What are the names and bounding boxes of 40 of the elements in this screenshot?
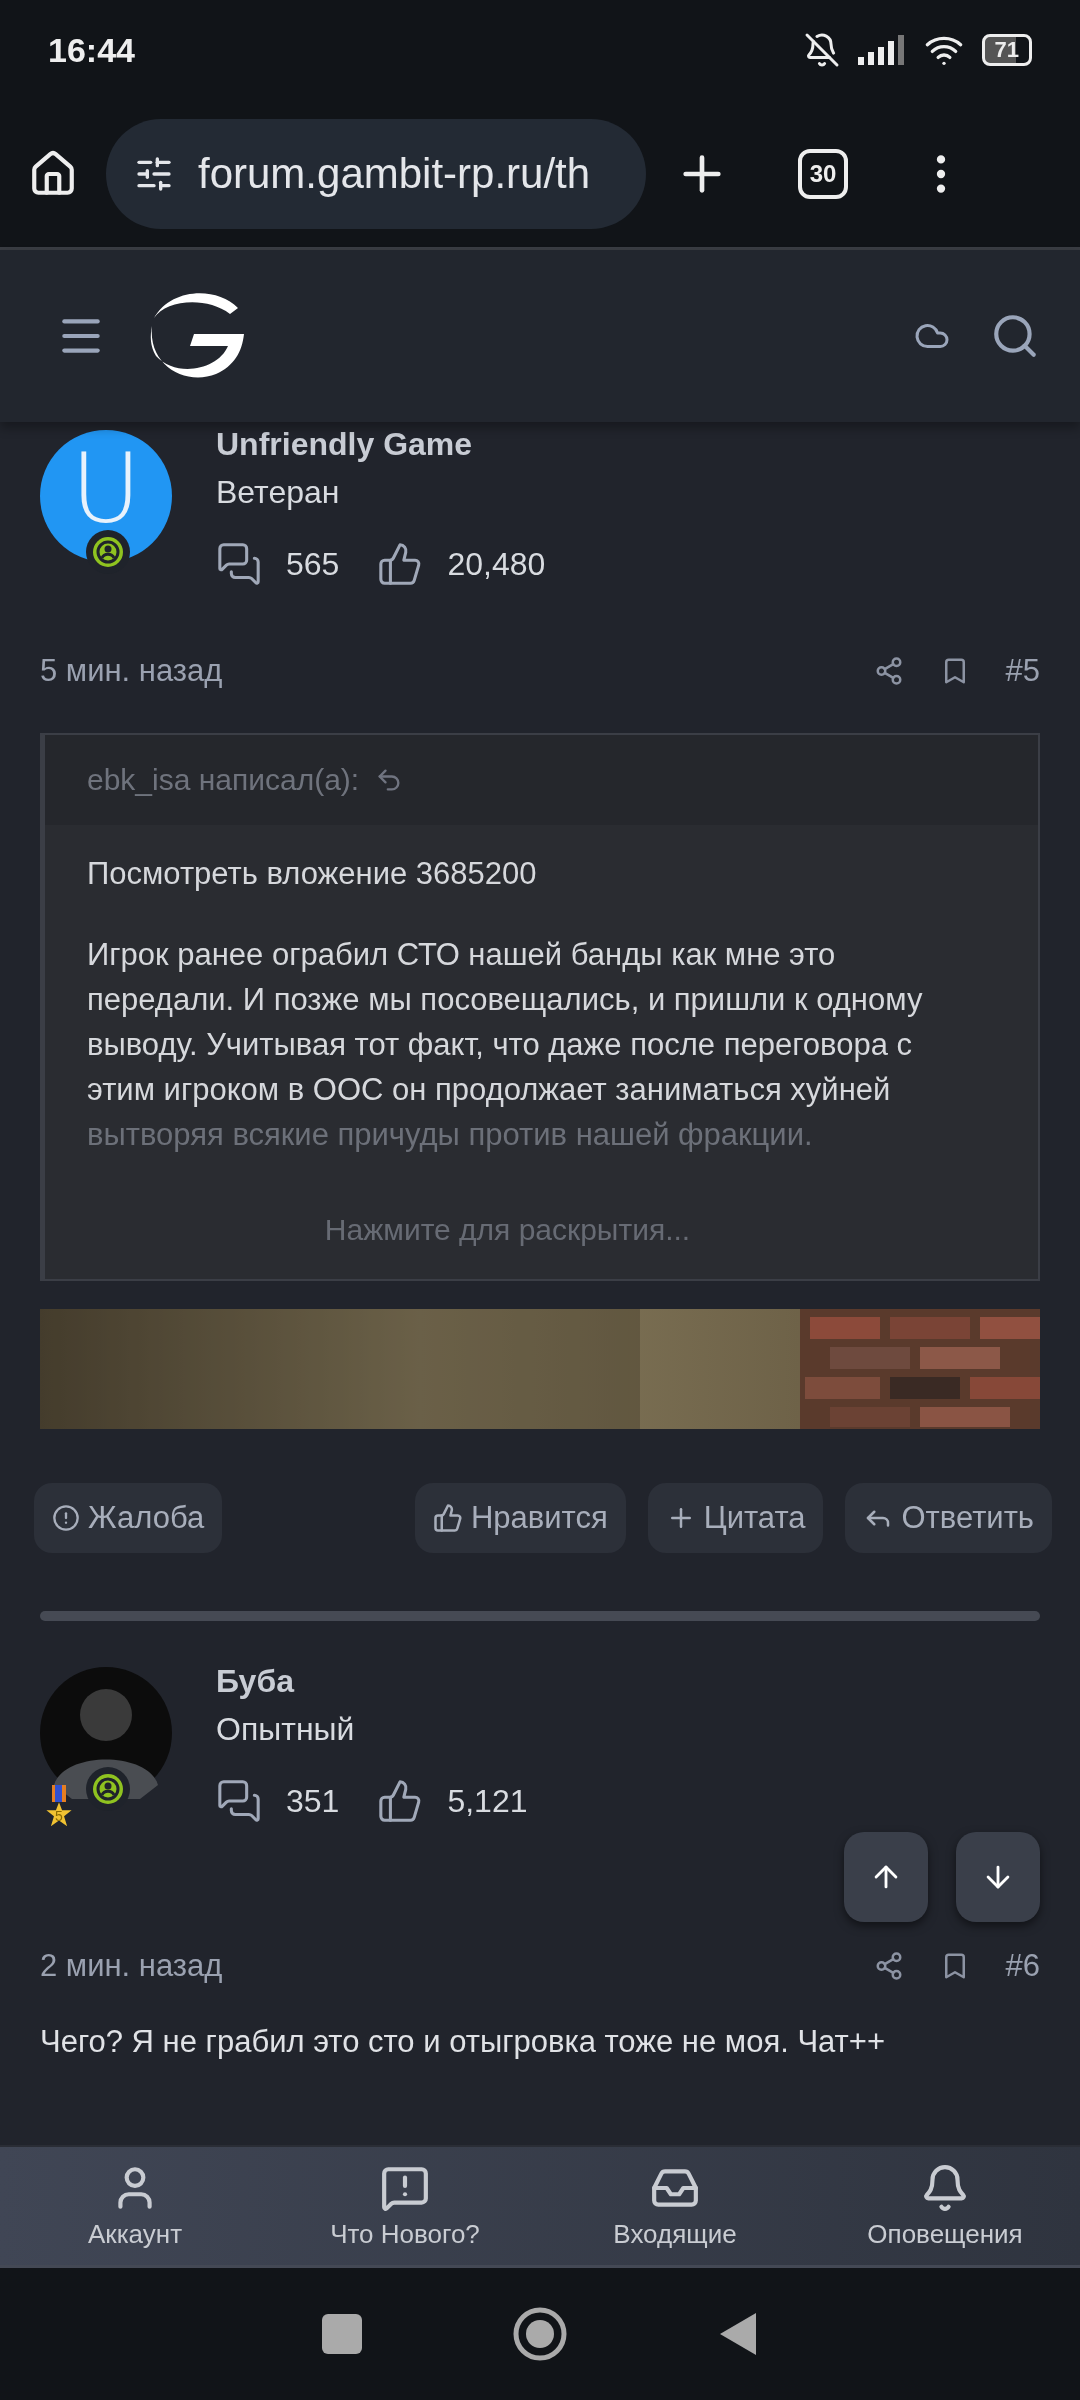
author-name[interactable]: Unfriendly Game (216, 424, 560, 464)
home-button-icon[interactable] (512, 2306, 568, 2362)
scroll-down-button[interactable] (956, 1832, 1040, 1922)
like-count: 5,121 (447, 1782, 528, 1820)
messages-icon (216, 1778, 262, 1824)
quote-text: Игрок ранее ограбил СТО нашей банды как мне это передали. И позже мы посовещались, и пришли к одному выводу. Учитывая тот факт, что даже после переговора с этим игроком в ООС он продолжает заниматься хуйней (87, 936, 924, 1109)
battery-icon: 71 (981, 34, 1032, 66)
reply-button[interactable]: Ответить (845, 1483, 1052, 1553)
user-rank: Ветеран (216, 474, 341, 511)
nav-tab[interactable]: Аккаунт (0, 2147, 270, 2265)
like-count: 20,480 (447, 545, 546, 583)
report-button[interactable]: Жалоба (34, 1483, 223, 1553)
post-time[interactable]: 2 мин. назад (40, 1948, 838, 1984)
user-rank: Опытный (216, 1711, 356, 1748)
quote-text-faded: вытворяя всякие причуды против нашей фракции. (87, 1116, 814, 1154)
clock: 16:44 (48, 30, 135, 70)
post-number[interactable]: #5 (1005, 653, 1040, 689)
author-name[interactable]: Буба (216, 1661, 542, 1701)
attachment-link[interactable]: Посмотреть вложение 3685200 (87, 851, 928, 896)
nav-tab[interactable]: Входящие (540, 2147, 810, 2265)
back-icon[interactable] (718, 2311, 758, 2357)
quote-author[interactable]: ebk_isa написал(а): (87, 763, 360, 797)
tab-count-button[interactable]: 30 (798, 148, 848, 199)
avatar[interactable] (40, 1667, 172, 1799)
post-text: Чего? Я не грабил это сто и отыгровка тоже не моя. Чат++ (40, 2024, 887, 2060)
post-time[interactable]: 5 мин. назад (40, 653, 838, 689)
mute-icon (803, 32, 840, 68)
message-count: 565 (286, 545, 340, 583)
quote-button[interactable]: Цитата (647, 1483, 824, 1553)
nav-tab[interactable]: Что Нового? (270, 2147, 540, 2265)
messages-icon (216, 541, 262, 587)
scroll-up-button[interactable] (844, 1832, 928, 1922)
thumbs-up-icon (432, 1503, 463, 1533)
message-count: 351 (286, 1782, 340, 1820)
signal-icon (857, 35, 906, 65)
like-button[interactable]: Нравится (414, 1483, 626, 1553)
nav-tab[interactable]: Оповещения (810, 2147, 1080, 2265)
alert-icon (52, 1504, 80, 1532)
address-bar[interactable]: forum.gambit-rp.ru/th (106, 118, 646, 229)
post-number[interactable]: #6 (1005, 1948, 1040, 1984)
